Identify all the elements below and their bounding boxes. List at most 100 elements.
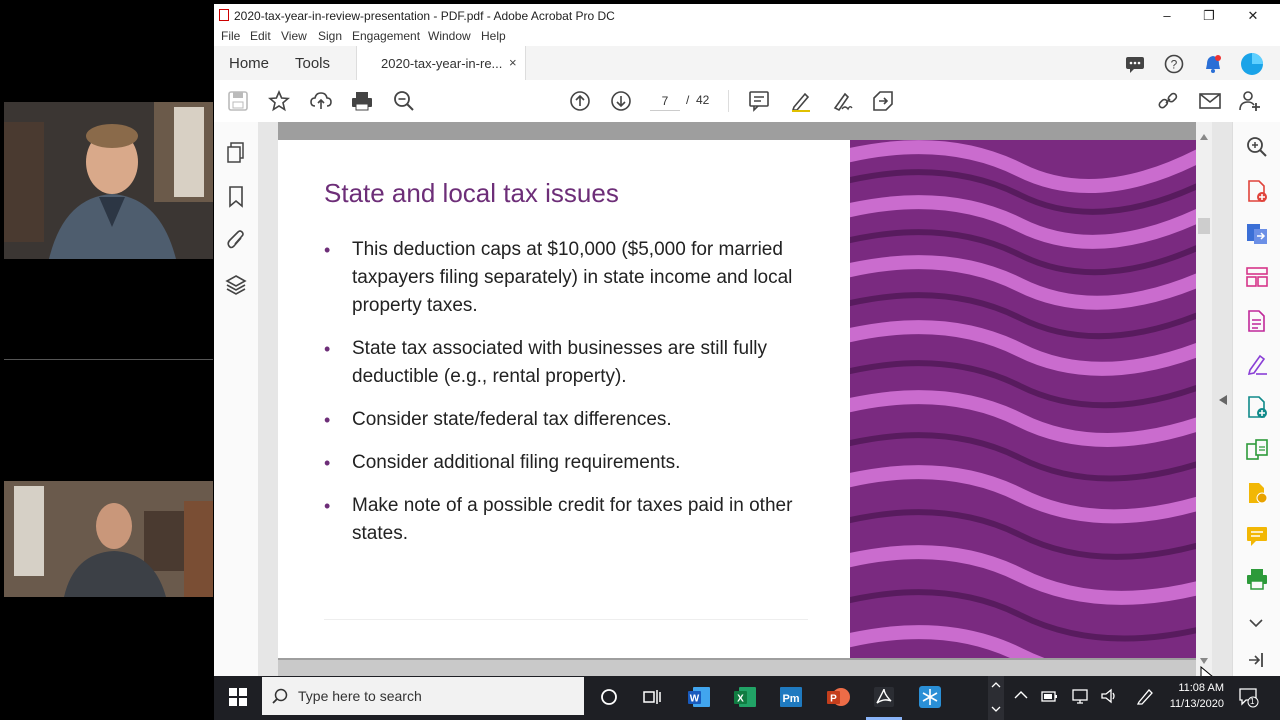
close-window-button[interactable]: ✕ <box>1238 6 1268 26</box>
zoom-icon[interactable] <box>1246 136 1268 158</box>
action-center-icon[interactable] <box>1238 686 1260 708</box>
document-tab-label: 2020-tax-year-in-re... <box>381 56 503 71</box>
save-icon[interactable] <box>227 90 249 112</box>
taskbar-search-box[interactable]: Type here to search <box>262 677 584 715</box>
snowflake-app-icon[interactable] <box>917 684 943 710</box>
taskbar-scroll-down-icon[interactable] <box>991 706 1001 712</box>
account-avatar-icon[interactable] <box>1240 52 1264 76</box>
system-clock[interactable]: 11:08 AM 11/13/2020 <box>1160 680 1224 712</box>
menu-help[interactable]: Help <box>481 29 506 43</box>
slide-title: State and local tax issues <box>324 178 619 208</box>
send-for-signature-icon[interactable] <box>1246 396 1268 418</box>
notification-bell-icon[interactable] <box>1203 54 1223 74</box>
print-icon[interactable] <box>351 90 373 112</box>
collapse-pane-icon[interactable] <box>1248 652 1264 668</box>
volume-icon[interactable] <box>1100 687 1118 705</box>
pdf-page-slide: State and local tax issues This deductio… <box>278 140 1196 658</box>
presenter-1-image <box>4 102 213 259</box>
network-icon[interactable] <box>1071 687 1089 705</box>
next-page-icon[interactable] <box>610 90 632 112</box>
expand-right-pane-arrow-icon[interactable] <box>1219 395 1227 405</box>
taskbar-scroll-up-icon[interactable] <box>991 682 1001 688</box>
export-pdf-icon[interactable] <box>1246 223 1268 245</box>
page-thumbnails-icon[interactable] <box>226 142 246 164</box>
comment-icon[interactable] <box>1125 54 1145 74</box>
menu-file[interactable]: File <box>221 29 240 43</box>
svg-text:P: P <box>830 694 837 705</box>
upload-cloud-icon[interactable] <box>310 90 332 112</box>
page-number-input[interactable]: 7 <box>650 92 680 111</box>
star-bookmark-icon[interactable] <box>268 90 290 112</box>
acrobat-app-icon[interactable] <box>871 684 897 710</box>
layers-icon[interactable] <box>225 274 247 296</box>
menu-sign[interactable]: Sign <box>318 29 342 43</box>
print-production-icon[interactable] <box>1246 568 1268 590</box>
edit-pdf-icon[interactable] <box>1246 310 1268 332</box>
more-tools-chevron-icon[interactable] <box>1249 618 1263 628</box>
tab-tools[interactable]: Tools <box>295 55 330 72</box>
attachments-paperclip-icon[interactable] <box>226 230 246 252</box>
bookmarks-icon[interactable] <box>227 186 245 208</box>
previous-page-icon[interactable] <box>569 90 591 112</box>
right-tools-pane <box>1219 122 1280 676</box>
tab-bar: Home Tools 2020-tax-year-in-re... × ? <box>214 46 1280 81</box>
show-hidden-icons-icon[interactable] <box>1014 690 1028 700</box>
svg-text:W: W <box>690 694 700 705</box>
compare-files-icon[interactable] <box>1246 439 1268 461</box>
highlight-pen-icon[interactable] <box>790 90 812 112</box>
windows-start-icon[interactable] <box>229 688 247 706</box>
video-tile-presenter-2 <box>4 481 213 597</box>
search-placeholder: Type here to search <box>298 688 422 704</box>
tab-home[interactable]: Home <box>229 55 269 72</box>
menu-edit[interactable]: Edit <box>250 29 271 43</box>
slide-building-photo <box>850 140 1196 658</box>
slide-bullet-list: This deduction caps at $10,000 ($5,000 f… <box>324 236 824 563</box>
excel-app-icon[interactable]: X <box>732 684 758 710</box>
slide-footer-line <box>324 619 808 620</box>
comment-tool-icon[interactable] <box>1246 525 1268 547</box>
left-navigation-rail <box>214 122 271 676</box>
menu-engagement[interactable]: Engagement <box>352 29 420 43</box>
minimize-button[interactable]: – <box>1152 6 1182 26</box>
bullet-item: Make note of a possible credit for taxes… <box>324 492 824 548</box>
taskbar-scroll[interactable] <box>988 676 1004 720</box>
word-app-icon[interactable]: W <box>686 684 712 710</box>
menu-window[interactable]: Window <box>428 29 471 43</box>
cortana-icon[interactable] <box>596 684 622 710</box>
bullet-item: Consider additional filing requirements. <box>324 449 824 477</box>
fill-and-sign-icon[interactable] <box>1246 353 1268 375</box>
share-tag-icon[interactable] <box>872 90 894 112</box>
vertical-scrollbar[interactable] <box>1196 122 1212 676</box>
fill-sign-icon[interactable] <box>831 90 853 112</box>
bullet-item: State tax associated with businesses are… <box>324 335 824 391</box>
organize-pages-icon[interactable] <box>1246 266 1268 288</box>
practice-manager-app-icon[interactable]: Pm <box>778 684 804 710</box>
menu-bar: File Edit View Sign Engagement Window He… <box>214 28 1280 46</box>
close-tab-button[interactable]: × <box>509 55 517 70</box>
horizontal-scrollbar[interactable] <box>278 660 1196 676</box>
battery-icon[interactable] <box>1040 687 1058 705</box>
svg-text:X: X <box>737 694 744 705</box>
share-link-icon[interactable] <box>1157 90 1179 112</box>
email-icon[interactable] <box>1199 90 1221 112</box>
vertical-scroll-thumb[interactable] <box>1198 218 1210 234</box>
pen-workspace-icon[interactable] <box>1136 687 1154 705</box>
rich-media-icon[interactable] <box>1246 482 1268 504</box>
task-view-icon[interactable] <box>639 684 665 710</box>
svg-text:Pm: Pm <box>782 693 799 705</box>
help-icon[interactable]: ? <box>1164 54 1184 74</box>
scroll-down-arrow-icon[interactable] <box>1200 658 1208 664</box>
main-toolbar: 7 / 42 <box>214 80 1280 123</box>
tab-document[interactable]: 2020-tax-year-in-re... × <box>356 46 526 80</box>
menu-view[interactable]: View <box>281 29 307 43</box>
scroll-up-arrow-icon[interactable] <box>1200 134 1208 140</box>
create-pdf-icon[interactable] <box>1246 180 1268 202</box>
zoom-search-icon[interactable] <box>393 90 415 112</box>
add-comment-icon[interactable] <box>748 90 770 112</box>
restore-button[interactable]: ❐ <box>1194 6 1224 26</box>
presenter-2-image <box>4 481 213 597</box>
document-view[interactable]: State and local tax issues This deductio… <box>258 122 1232 676</box>
powerpoint-app-icon[interactable]: P <box>825 684 851 710</box>
add-user-icon[interactable] <box>1239 90 1261 112</box>
search-icon <box>272 688 288 704</box>
